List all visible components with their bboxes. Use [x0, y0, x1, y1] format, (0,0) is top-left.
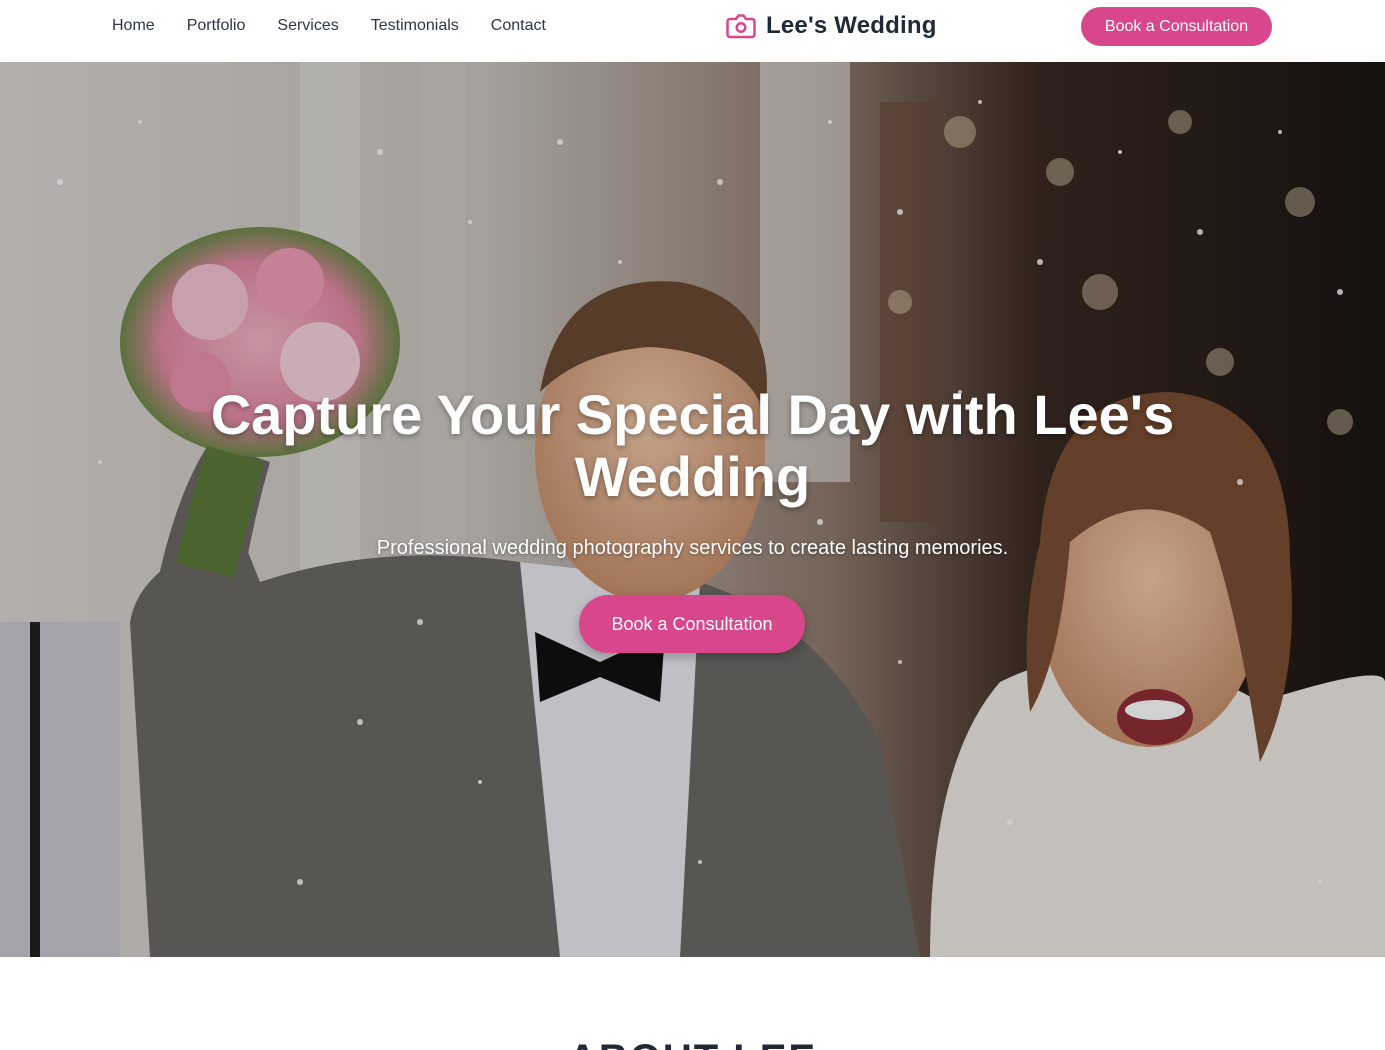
about-section: ABOUT LEE	[0, 957, 1385, 1050]
nav-home[interactable]: Home	[112, 16, 155, 36]
nav-portfolio[interactable]: Portfolio	[187, 16, 246, 36]
brand-logo[interactable]: Lee's Wedding	[726, 12, 937, 40]
main-nav: Home Portfolio Services Testimonials Con…	[112, 16, 578, 36]
hero-title: Capture Your Special Day with Lee's Wedd…	[210, 383, 1175, 508]
brand-name: Lee's Wedding	[766, 12, 937, 39]
nav-services[interactable]: Services	[277, 16, 338, 36]
nav-contact[interactable]: Contact	[491, 16, 546, 36]
hero-subtitle: Professional wedding photography service…	[376, 537, 1009, 559]
header-book-consultation-button[interactable]: Book a Consultation	[1081, 7, 1272, 46]
about-title: ABOUT LEE	[0, 1037, 1385, 1050]
camera-icon	[726, 14, 756, 39]
site-header: Home Portfolio Services Testimonials Con…	[0, 0, 1385, 62]
hero-section: Capture Your Special Day with Lee's Wedd…	[0, 62, 1385, 957]
hero-content: Capture Your Special Day with Lee's Wedd…	[0, 62, 1385, 957]
hero-book-consultation-button[interactable]: Book a Consultation	[579, 595, 805, 653]
nav-testimonials[interactable]: Testimonials	[371, 16, 459, 36]
